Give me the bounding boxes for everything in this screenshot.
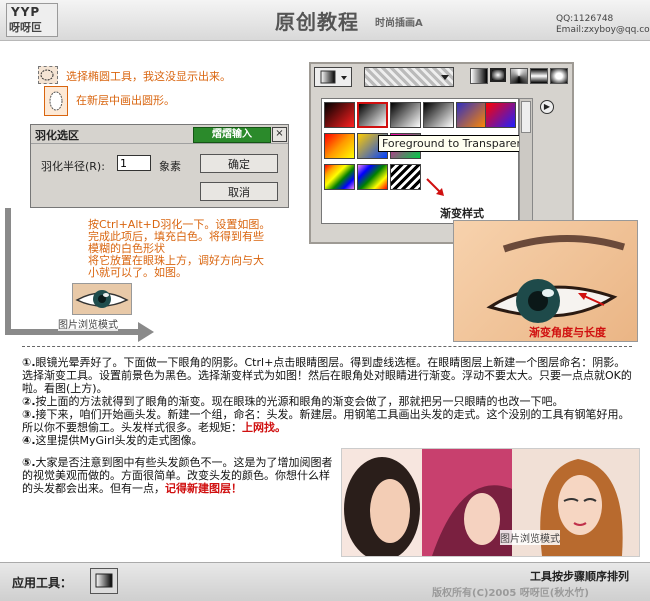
preview-mode-caption: 图片浏览模式: [58, 316, 118, 331]
feather-radius-label: 羽化半径(R):: [41, 160, 105, 173]
cancel-button[interactable]: 取消: [200, 182, 278, 201]
gradient-picker-grid: [321, 98, 519, 224]
gradient-tooltip: Foreground to Transparent: [378, 135, 532, 152]
step-item: ⑤.大家是否注意到图中有些头发颜色不一。这是为了增加阅图者的视觉美观而做的。方面…: [22, 456, 334, 495]
tools-label: 应用工具：: [12, 576, 73, 590]
gradient-swatch[interactable]: [485, 102, 516, 128]
input-method-badge[interactable]: 熠熠输入: [193, 127, 271, 143]
gradient-tool-icon[interactable]: [314, 67, 352, 87]
gradient-swatch[interactable]: [324, 164, 355, 190]
step-number: ⑤.: [22, 456, 36, 469]
page-title: 原创教程: [275, 10, 359, 34]
gradient-menu-arrow-icon[interactable]: ▶: [540, 100, 554, 114]
gradient-preview-dropdown[interactable]: [364, 67, 454, 87]
gradient-grid-scrollbar[interactable]: [519, 98, 533, 224]
dialog-title: 羽化选区: [35, 129, 79, 142]
gradient-swatch[interactable]: [423, 102, 454, 128]
step-number: ②.: [22, 395, 36, 408]
gradient-swatch-selected[interactable]: [357, 102, 388, 128]
site-logo: YYP 呀呀叵: [6, 3, 58, 37]
step-item: ②.按上面的方法就得到了眼角的渐变。现在眼珠的光源和眼角的渐变会做了，那就把另一…: [22, 395, 632, 408]
ok-button[interactable]: 确定: [200, 154, 278, 173]
feather-radius-input[interactable]: [117, 155, 151, 171]
tip-draw-circle: 在新层中画出圆形。: [76, 94, 175, 107]
hair-illustration-collage[interactable]: [341, 448, 640, 557]
gradient-swatch[interactable]: [324, 133, 355, 159]
copyright-text: 版权所有(C)2005 呀呀叵(秋水竹): [432, 588, 589, 599]
logo-text-top: YYP: [11, 5, 41, 19]
step-highlight: 上网找。: [242, 421, 286, 434]
gradient-type-buttons: [470, 68, 568, 84]
diamond-gradient-button[interactable]: [550, 68, 568, 84]
eye-preview-thumbnail[interactable]: [72, 283, 132, 315]
gradient-swatch[interactable]: [324, 102, 355, 128]
angle-gradient-button[interactable]: [510, 68, 528, 84]
step-text: 按上面的方法就得到了眼角的渐变。现在眼珠的光源和眼角的渐变会做了，那就把另一只眼…: [35, 395, 564, 408]
feather-instructions: 按Ctrl+Alt+D羽化一下。设置如图。 完成此项后，填充白色。将得到有些 模…: [88, 219, 306, 279]
step-number: ①.: [22, 356, 36, 369]
step-item: ③.接下来，咱们开始画头发。新建一个组，命名：头发。新建层。用钢笔工具画出头发的…: [22, 408, 632, 434]
contact-email: Email:zxyboy@qq.com: [556, 25, 650, 35]
gradient-tool-icon[interactable]: [90, 568, 118, 594]
radial-gradient-button[interactable]: [490, 68, 506, 82]
step-item: ④.这里提供MyGirl头发的走式图像。: [22, 434, 632, 447]
tutorial-steps: ①.眼镜光晕弄好了。下面做一下眼角的阴影。Ctrl+点击眼睛图层。得到虚线选框。…: [22, 356, 632, 447]
tools-order-note: 工具按步骤顺序排列: [530, 570, 629, 583]
tip-ellipse-tool: 选择椭圆工具，我这没显示出来。: [66, 70, 231, 83]
gradient-angle-caption: 渐变角度与长度: [529, 326, 606, 339]
step-text: 眼镜光晕弄好了。下面做一下眼角的阴影。Ctrl+点击眼睛图层。得到虚线选框。在眼…: [22, 356, 632, 395]
ellipse-marquee-icon: [38, 66, 58, 84]
feather-selection-dialog: 羽化选区 熠熠输入 × 羽化半径(R): 象素 确定 取消: [30, 124, 289, 208]
gradient-swatch[interactable]: [357, 164, 388, 190]
gradient-swatch[interactable]: [390, 102, 421, 128]
page-subtitle: 时尚插画A: [375, 18, 423, 29]
section-divider: [22, 346, 632, 347]
gradient-swatch[interactable]: [390, 164, 421, 190]
dialog-close-button[interactable]: ×: [272, 127, 287, 142]
step-highlight: 记得新建图层！: [165, 482, 242, 495]
circle-shape-icon: [44, 86, 68, 116]
logo-text-bottom: 呀呀叵: [9, 21, 42, 34]
step-text: 接下来，咱们开始画头发。新建一个组，命名：头发。新建层。用钢笔工具画出头发的走式…: [22, 408, 630, 434]
step-text: 这里提供MyGirl头发的走式图像。: [35, 434, 203, 447]
linear-gradient-button[interactable]: [470, 68, 488, 84]
reflected-gradient-button[interactable]: [530, 68, 548, 84]
step-number: ④.: [22, 434, 36, 447]
contact-qq: QQ:1126748: [556, 14, 614, 24]
preview-mode-caption: 图片浏览模式: [500, 530, 560, 545]
step-number: ③.: [22, 408, 36, 421]
instruction-line: 小就可以了。如图。: [88, 266, 187, 279]
step-item: ①.眼镜光晕弄好了。下面做一下眼角的阴影。Ctrl+点击眼睛图层。得到虚线选框。…: [22, 356, 632, 395]
gradient-style-label: 渐变样式: [440, 207, 484, 220]
dialog-titlebar: 羽化选区 熠熠输入 ×: [31, 125, 288, 144]
red-pointer-arrow: [426, 178, 444, 196]
gradient-swatch[interactable]: [456, 102, 487, 128]
contact-info: QQ:1126748 Email:zxyboy@qq.com: [556, 14, 650, 36]
feather-unit-label: 象素: [159, 160, 181, 173]
